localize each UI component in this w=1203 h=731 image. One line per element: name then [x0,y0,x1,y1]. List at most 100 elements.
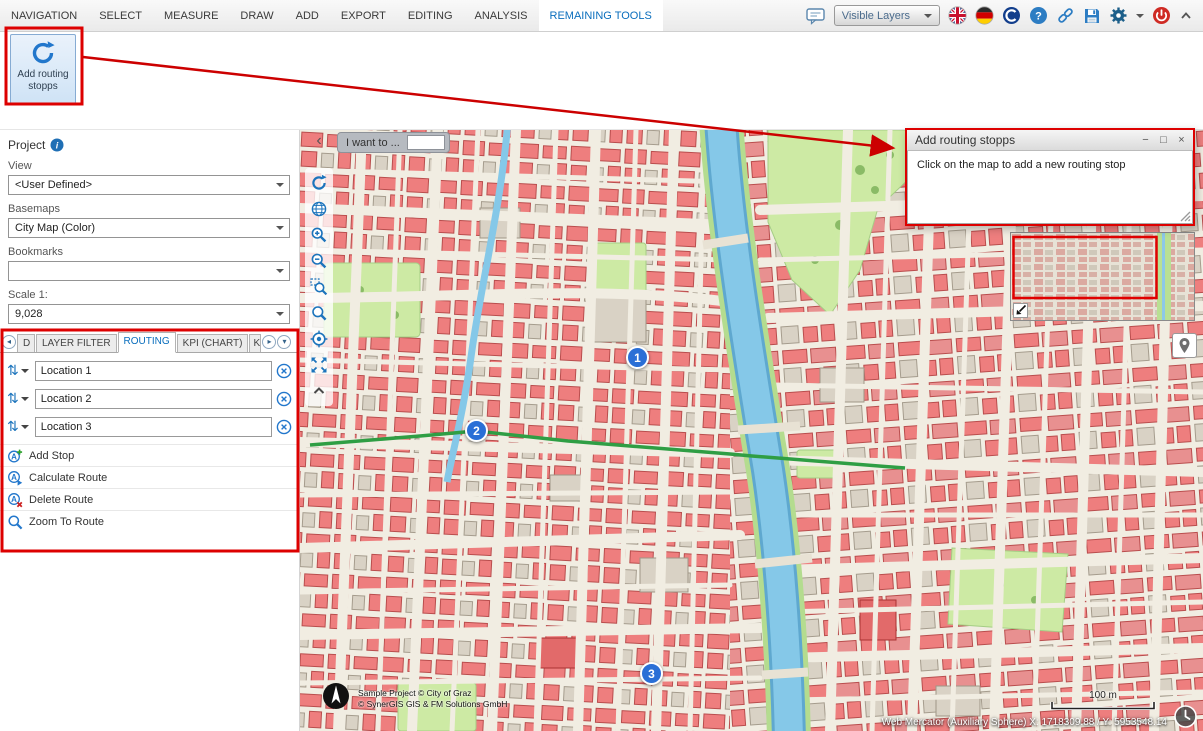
basemaps-select[interactable]: City Map (Color) [8,218,290,238]
time-slider-clock-icon[interactable] [1173,704,1198,729]
speech-bubble-icon[interactable] [806,7,826,25]
chevron-down-icon [276,269,284,273]
sort-stop-button-3[interactable]: ⇅ [4,416,32,437]
remove-stop-button-2[interactable] [275,390,293,408]
zoom-previous-icon[interactable] [308,302,330,324]
gear-dropdown-caret-icon[interactable] [1136,14,1144,18]
tab-kpi-chart[interactable]: KPI (CHART) [177,334,249,352]
tab-menu-button[interactable]: ▾ [277,335,291,349]
dialog-close-button[interactable]: × [1174,133,1189,148]
remove-stop-button-3[interactable] [275,418,293,436]
map-toolbar [305,168,333,406]
menu-draw[interactable]: DRAW [229,0,284,31]
language-english-flag-icon[interactable] [948,6,967,25]
menu-navigation[interactable]: NAVIGATION [0,0,88,31]
sidebar-collapse-button[interactable]: ‹ [311,132,327,150]
language-german-flag-icon[interactable] [975,6,994,25]
center-target-icon[interactable] [308,328,330,350]
delete-route-button[interactable]: A Delete Route [0,488,299,510]
remove-stop-button-1[interactable] [275,362,293,380]
view-label: View [8,160,299,172]
tab-scroll-left-button[interactable]: ◂ [2,335,16,349]
calculate-route-button[interactable]: A Calculate Route [0,466,299,488]
chevron-down-icon [276,183,284,187]
route-stop-marker-1[interactable]: 1 [626,346,649,369]
tab-routing[interactable]: ROUTING [118,332,176,353]
sidebar: Project i View <User Defined> Basemaps C… [0,130,300,731]
map-attribution: Sample Project © City of Graz © SynerGIS… [358,688,507,711]
tab-partial-left[interactable]: D [17,334,35,352]
zoom-to-route-label: Zoom To Route [29,516,104,528]
route-stop-marker-3[interactable]: 3 [640,662,663,685]
routing-stop-input-1[interactable] [35,361,272,381]
i-want-to-input[interactable] [407,135,445,150]
bookmarks-label: Bookmarks [8,246,299,258]
zoom-to-route-button[interactable]: Zoom To Route [0,510,299,532]
menu-select[interactable]: SELECT [88,0,153,31]
tab-layer-filter[interactable]: LAYER FILTER [36,334,117,352]
routing-stop-row-3: ⇅ [4,416,293,437]
map-pin-tool-button[interactable] [1172,333,1197,358]
menu-measure[interactable]: MEASURE [153,0,229,31]
visible-layers-button[interactable]: Visible Layers [834,5,940,26]
gear-icon[interactable] [1109,6,1128,25]
logout-power-icon[interactable] [1152,6,1171,25]
info-icon[interactable]: i [50,138,64,152]
routing-tool-icon [30,40,56,66]
sort-stop-button-1[interactable]: ⇅ [4,360,32,381]
attribution-line-1: Sample Project © City of Graz [358,688,507,699]
view-select-value: <User Defined> [15,179,92,191]
globe-icon[interactable] [308,198,330,220]
dialog-minimize-button[interactable]: − [1138,133,1153,148]
scale-select[interactable]: 9,028 [8,304,290,324]
help-icon[interactable]: ? [1029,6,1048,25]
menu-remaining-tools[interactable]: REMAINING TOOLS [539,0,663,31]
dialog-resize-grip[interactable] [1180,211,1191,222]
sort-arrows-icon: ⇅ [7,418,19,435]
collapse-toolbar-chevron-icon[interactable] [1179,9,1193,23]
menubar-right: Visible Layers ? [806,0,1203,31]
scalebar: 100 m [1050,690,1156,710]
link-icon[interactable] [1056,6,1075,25]
tab-scroll-right-button[interactable]: ▸ [262,335,276,349]
attribution-line-2: © SynerGIS GIS & FM Solutions GmbH [358,699,507,710]
full-extent-arrows-icon[interactable] [308,354,330,376]
routing-stop-input-2[interactable] [35,389,272,409]
add-routing-stopps-label: Add routing stopps [11,69,75,93]
dialog-maximize-button[interactable]: □ [1156,133,1171,148]
overview-map[interactable] [1010,232,1195,321]
zoom-in-icon[interactable] [308,224,330,246]
toolbar-collapse-chevron-icon[interactable] [308,380,330,402]
routing-stop-input-3[interactable] [35,417,272,437]
add-stop-label: Add Stop [29,450,74,462]
menu-analysis[interactable]: ANALYSIS [464,0,539,31]
menu-export[interactable]: EXPORT [330,0,397,31]
zoom-out-icon[interactable] [308,250,330,272]
dialog-titlebar[interactable]: Add routing stopps − □ × [907,130,1193,151]
save-icon[interactable] [1083,7,1101,25]
menu-editing[interactable]: EDITING [397,0,464,31]
globe-c-icon[interactable] [1002,6,1021,25]
visible-layers-label: Visible Layers [842,10,910,22]
route-stop-marker-2[interactable]: 2 [465,419,488,442]
dialog-body: Click on the map to add a new routing st… [907,151,1193,224]
ribbon: Add routing stopps [0,32,1203,130]
menu-add[interactable]: ADD [285,0,330,31]
i-want-to-search[interactable]: I want to ... [337,132,450,153]
sort-stop-button-2[interactable]: ⇅ [4,388,32,409]
add-stop-button[interactable]: A Add Stop [0,444,299,466]
overview-toggle-arrow-icon[interactable] [1013,303,1028,318]
tab-partial-right[interactable]: K [249,334,261,352]
routing-panel: ⇅ ⇅ ⇅ [0,353,299,532]
view-select[interactable]: <User Defined> [8,175,290,195]
calculate-route-icon: A [7,470,23,486]
add-routing-stopps-button[interactable]: Add routing stopps [10,34,76,104]
zoom-window-icon[interactable] [308,276,330,298]
sort-arrows-icon: ⇅ [7,390,19,407]
chevron-down-icon [276,226,284,230]
bookmarks-select[interactable] [8,261,290,281]
delete-route-label: Delete Route [29,494,93,506]
svg-text:A: A [11,472,17,481]
svg-text:?: ? [1035,11,1042,23]
default-extent-icon[interactable] [308,172,330,194]
